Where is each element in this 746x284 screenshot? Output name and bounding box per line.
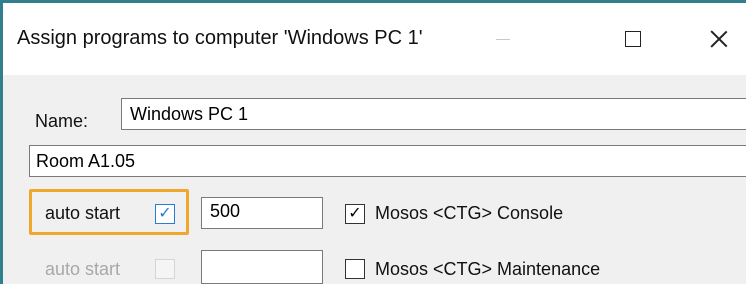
program-checkbox-console[interactable]: ✓ (345, 204, 365, 224)
check-icon: ✓ (158, 205, 172, 222)
auto-start-checkbox-disabled (155, 259, 175, 279)
auto-start-label-disabled: auto start (45, 259, 121, 279)
check-icon: ✓ (348, 205, 362, 222)
auto-start-label: auto start (45, 203, 121, 223)
auto-start-checkbox[interactable]: ✓ (155, 204, 175, 224)
program-label-console: Mosos <CTG> Console (375, 203, 564, 223)
description-field[interactable]: Room A1.05 (29, 145, 746, 177)
minimize-button[interactable] (473, 3, 533, 75)
program-label-maintenance: Mosos <CTG> Maintenance (375, 259, 601, 279)
program-checkbox-maintenance[interactable] (345, 259, 365, 279)
auto-start-delay-field[interactable]: 500 (201, 197, 323, 229)
close-icon (710, 30, 728, 48)
minimize-icon (496, 38, 510, 40)
title-bar[interactable]: Assign programs to computer 'Windows PC … (3, 3, 746, 75)
maximize-icon (625, 31, 641, 47)
maximize-button[interactable] (603, 3, 663, 75)
name-label: Name: (35, 111, 89, 131)
assign-programs-dialog: Assign programs to computer 'Windows PC … (0, 0, 746, 284)
window-title: Assign programs to computer 'Windows PC … (17, 27, 423, 49)
name-field[interactable]: Windows PC 1 (121, 98, 746, 130)
close-button[interactable] (689, 3, 746, 75)
auto-start-delay-field-maintenance[interactable] (201, 250, 323, 284)
